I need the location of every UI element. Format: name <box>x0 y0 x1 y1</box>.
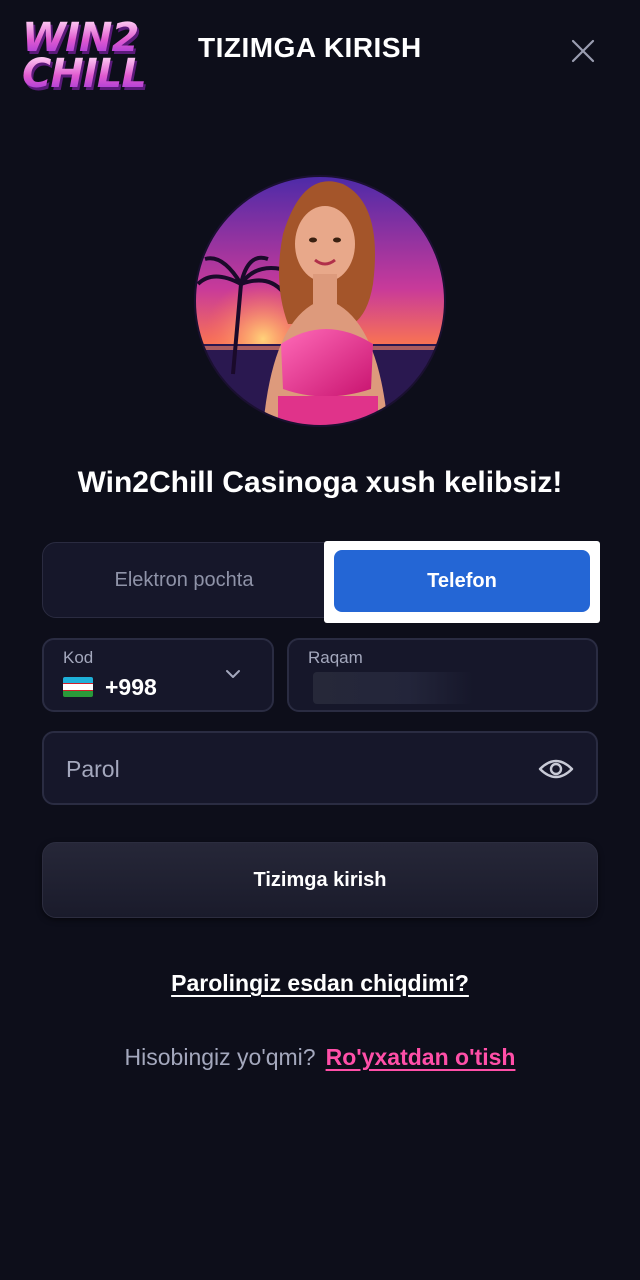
chevron-down-icon <box>222 666 244 682</box>
password-input[interactable] <box>66 751 506 787</box>
brand-logo[interactable]: WIN2 CHILL <box>22 18 152 98</box>
tab-phone[interactable]: Telefon <box>334 550 590 612</box>
number-label: Raqam <box>308 648 363 667</box>
code-label: Kod <box>63 648 94 667</box>
code-value: +998 <box>105 674 157 700</box>
register-question: Hisobingiz yo'qmi? <box>124 1044 316 1070</box>
close-icon[interactable] <box>566 34 600 68</box>
phone-number-field: Raqam <box>287 638 598 712</box>
login-page: WIN2 CHILL TIZIMGA KIRISH Win2Chill Casi… <box>0 0 640 1280</box>
register-link[interactable]: Ro'yxatdan o'tish <box>326 1044 516 1070</box>
casino-host-avatar <box>193 174 447 428</box>
logo-line-2: CHILL <box>22 54 152 94</box>
page-title: TIZIMGA KIRISH <box>198 32 422 63</box>
tab-email[interactable]: Elektron pochta <box>43 543 325 617</box>
phone-number-input[interactable] <box>313 672 473 704</box>
forgot-password-link[interactable]: Parolingiz esdan chiqdimi? <box>171 970 469 996</box>
country-code-select[interactable]: Kod +998 <box>42 638 274 712</box>
uzbekistan-flag-icon <box>63 677 93 697</box>
welcome-heading: Win2Chill Casinoga xush kelibsiz! <box>77 466 563 499</box>
forgot-password-row: Parolingiz esdan chiqdimi? <box>0 970 640 997</box>
eye-icon[interactable] <box>538 755 574 783</box>
password-field <box>42 731 598 805</box>
login-button[interactable]: Tizimga kirish <box>42 842 598 918</box>
register-row: Hisobingiz yo'qmi? Ro'yxatdan o'tish <box>0 1044 640 1071</box>
